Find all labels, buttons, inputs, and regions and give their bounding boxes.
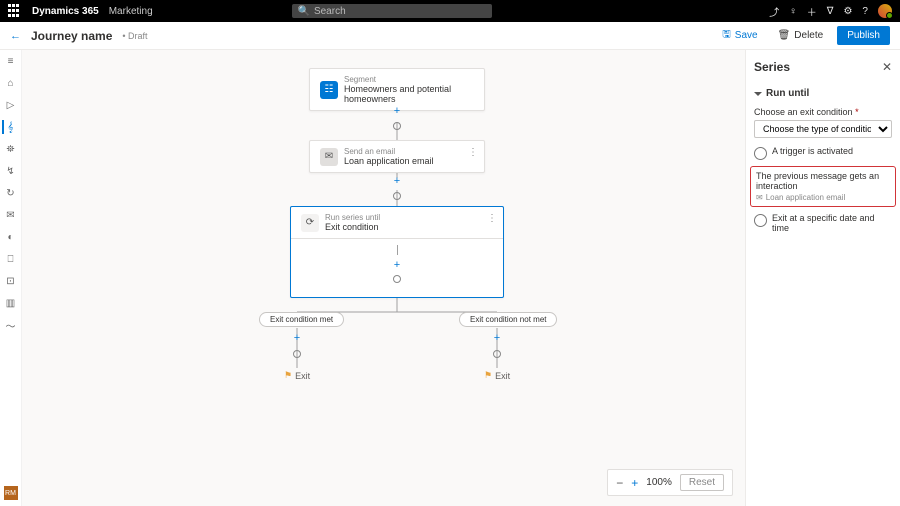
panel-section-title[interactable]: Run until xyxy=(754,88,892,99)
delete-button[interactable]: 🗑 Delete xyxy=(772,27,830,44)
search-input[interactable]: 🔍 Search xyxy=(292,4,492,18)
rail-journey-icon[interactable]: 𝄞 xyxy=(2,120,16,134)
page-title: Journey name xyxy=(31,29,112,43)
segment-icon: ☷ xyxy=(320,81,338,99)
delete-label: Delete xyxy=(794,30,823,41)
persona-badge[interactable]: RM xyxy=(4,486,18,500)
filter-icon[interactable]: ∇ xyxy=(827,6,834,17)
add-step-met[interactable]: + xyxy=(291,332,303,344)
email-more-button[interactable]: ⋮ xyxy=(468,147,478,158)
connector-met[interactable] xyxy=(293,350,301,358)
rail-segment-icon[interactable]: ⛯ xyxy=(4,142,18,156)
option-trigger-radio[interactable] xyxy=(754,147,767,160)
add-step-notmet[interactable]: + xyxy=(491,332,503,344)
add-step-button-2[interactable]: + xyxy=(391,175,403,187)
zoom-controls: − + 100% Reset xyxy=(607,469,733,496)
option-interaction[interactable]: The previous message gets an interaction… xyxy=(756,171,890,202)
panel-title: Series xyxy=(754,60,790,74)
save-icon: 🖫 xyxy=(722,27,731,44)
rail-arrow-icon[interactable]: ↯ xyxy=(4,164,18,178)
back-button[interactable]: ← xyxy=(10,30,21,42)
settings-icon[interactable]: ⚙ xyxy=(843,6,852,17)
zoom-reset-button[interactable]: Reset xyxy=(680,474,724,491)
panel-close-button[interactable]: ✕ xyxy=(882,60,892,74)
rail-home-icon[interactable]: ⌂ xyxy=(4,76,18,90)
rail-refresh-icon[interactable]: ↻ xyxy=(4,186,18,200)
flag-icon: ⚑ xyxy=(284,370,292,381)
rail-menu-icon[interactable]: ≡ xyxy=(4,54,18,68)
option-interaction-sub: ✉ Loan application email xyxy=(756,193,890,202)
zoom-level: 100% xyxy=(646,477,672,488)
connector-node[interactable] xyxy=(393,122,401,130)
connector-inside-series[interactable] xyxy=(393,275,401,283)
series-icon: ⟳ xyxy=(301,214,319,232)
flag-icon: ⚑ xyxy=(484,370,492,381)
rail-play-icon[interactable]: ▷ xyxy=(4,98,18,112)
publish-button[interactable]: Publish xyxy=(837,26,890,45)
status-badge: • Draft xyxy=(122,31,147,41)
save-label: Save xyxy=(735,30,758,41)
exit-condition-select[interactable]: Choose the type of condition xyxy=(754,120,892,138)
rail-email-icon[interactable]: ✉ xyxy=(4,208,18,222)
branch-met[interactable]: Exit condition met xyxy=(259,312,344,327)
option-interaction-highlight: The previous message gets an interaction… xyxy=(750,166,896,207)
option-datetime-radio[interactable] xyxy=(754,214,767,227)
lightbulb-icon[interactable]: ♀ xyxy=(789,6,797,17)
option-trigger[interactable]: A trigger is activated xyxy=(754,146,892,160)
series-more-button[interactable]: ⋮ xyxy=(487,213,497,224)
add-step-button[interactable]: + xyxy=(391,105,403,117)
rail-form-icon[interactable]: ⎕ xyxy=(4,252,18,266)
rail-chart-icon[interactable]: ▥ xyxy=(4,296,18,310)
rail-settings-icon[interactable]: 〜 xyxy=(4,318,18,332)
connector-notmet[interactable] xyxy=(493,350,501,358)
zoom-out-button[interactable]: − xyxy=(616,476,623,490)
app-name: Dynamics 365 xyxy=(32,6,99,17)
segment-value: Homeowners and potential homeowners xyxy=(344,84,474,104)
exit-met: ⚑Exit xyxy=(284,370,310,381)
email-type-label: Send an email xyxy=(344,147,434,156)
add-inside-series[interactable]: + xyxy=(391,259,403,271)
option-datetime[interactable]: Exit at a specific date and time xyxy=(754,213,892,233)
email-value: Loan application email xyxy=(344,156,434,166)
rail-chat-icon[interactable]: ⊡ xyxy=(4,274,18,288)
option-datetime-label: Exit at a specific date and time xyxy=(772,213,892,233)
connector-node-2[interactable] xyxy=(393,192,401,200)
exit-condition-label: Choose an exit condition * xyxy=(754,107,892,117)
search-placeholder: Search xyxy=(314,6,346,17)
module-name[interactable]: Marketing xyxy=(109,6,153,17)
share-icon[interactable]: ⤴ xyxy=(769,4,779,19)
exit-notmet: ⚑Exit xyxy=(484,370,510,381)
search-icon: 🔍 xyxy=(298,6,310,17)
user-avatar[interactable] xyxy=(878,4,892,18)
zoom-in-button[interactable]: + xyxy=(631,476,638,490)
rail-notification-icon[interactable]: ◐ xyxy=(4,230,18,244)
save-button[interactable]: 🖫 Save xyxy=(716,24,763,47)
series-value: Exit condition xyxy=(325,222,380,232)
option-trigger-label: A trigger is activated xyxy=(772,146,853,156)
series-type-label: Run series until xyxy=(325,213,380,222)
option-interaction-label: The previous message gets an interaction xyxy=(756,171,879,191)
app-launcher[interactable] xyxy=(8,4,22,18)
help-icon[interactable]: ? xyxy=(862,6,868,17)
branch-notmet[interactable]: Exit condition not met xyxy=(459,312,557,327)
add-icon[interactable]: ＋ xyxy=(807,4,817,19)
email-small-icon: ✉ xyxy=(756,193,763,202)
email-icon: ✉ xyxy=(320,148,338,166)
delete-icon: 🗑 xyxy=(778,30,791,41)
series-node[interactable]: ⟳ Run series until Exit condition ⋮ + xyxy=(290,206,504,298)
segment-type-label: Segment xyxy=(344,75,474,84)
email-node[interactable]: ✉ Send an email Loan application email ⋮ xyxy=(309,140,485,173)
